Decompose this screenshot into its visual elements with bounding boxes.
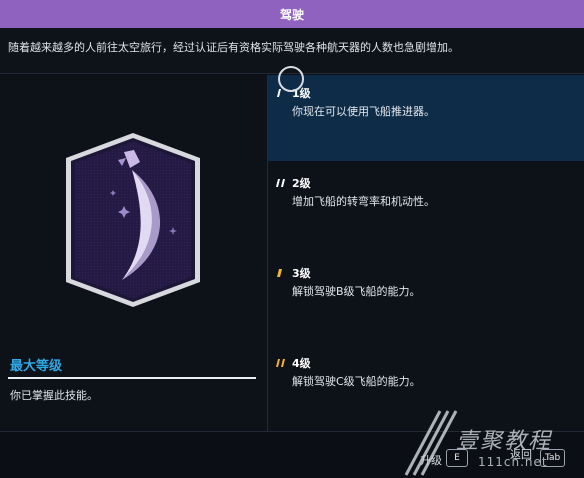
watermark-url: 111cn.net: [478, 455, 548, 469]
level-rank-icon: [276, 268, 286, 278]
watermark-slash-icon: [404, 410, 458, 476]
level-name: 3级: [292, 267, 311, 280]
watermark: 壹聚教程 111cn.net: [400, 405, 584, 478]
max-level-divider: [8, 377, 256, 379]
level-row-2[interactable]: 2级 增加飞船的转弯率和机动性。: [268, 165, 584, 251]
window-title: 驾驶: [279, 7, 304, 22]
level-name: 4级: [292, 357, 311, 370]
skill-badge: [60, 130, 206, 310]
cursor-ring-icon: [278, 66, 304, 92]
spaceship-trail-icon: [66, 133, 200, 307]
level-desc: 你现在可以使用飞船推进器。: [292, 105, 435, 118]
level-row-1[interactable]: 1级 你现在可以使用飞船推进器。: [268, 75, 584, 161]
max-level-desc: 你已掌握此技能。: [10, 389, 98, 402]
watermark-text: 壹聚教程: [456, 429, 553, 454]
skill-levels-panel: 1级 你现在可以使用飞船推进器。 2级 增加飞船的转弯率和机动性。 3级 解锁驾…: [268, 75, 584, 431]
level-desc: 解锁驾驶B级飞船的能力。: [292, 285, 421, 298]
level-name: 2级: [292, 177, 311, 190]
level-desc: 增加飞船的转弯率和机动性。: [292, 195, 435, 208]
level-rank-icon: [276, 178, 286, 188]
skill-detail-panel: 最大等级 你已掌握此技能。: [0, 75, 268, 431]
window-titlebar: 驾驶: [0, 0, 584, 28]
level-rank-icon: [276, 358, 286, 368]
max-level-title: 最大等级: [10, 359, 63, 374]
level-desc: 解锁驾驶C级飞船的能力。: [292, 375, 421, 388]
level-row-3[interactable]: 3级 解锁驾驶B级飞船的能力。: [268, 255, 584, 341]
